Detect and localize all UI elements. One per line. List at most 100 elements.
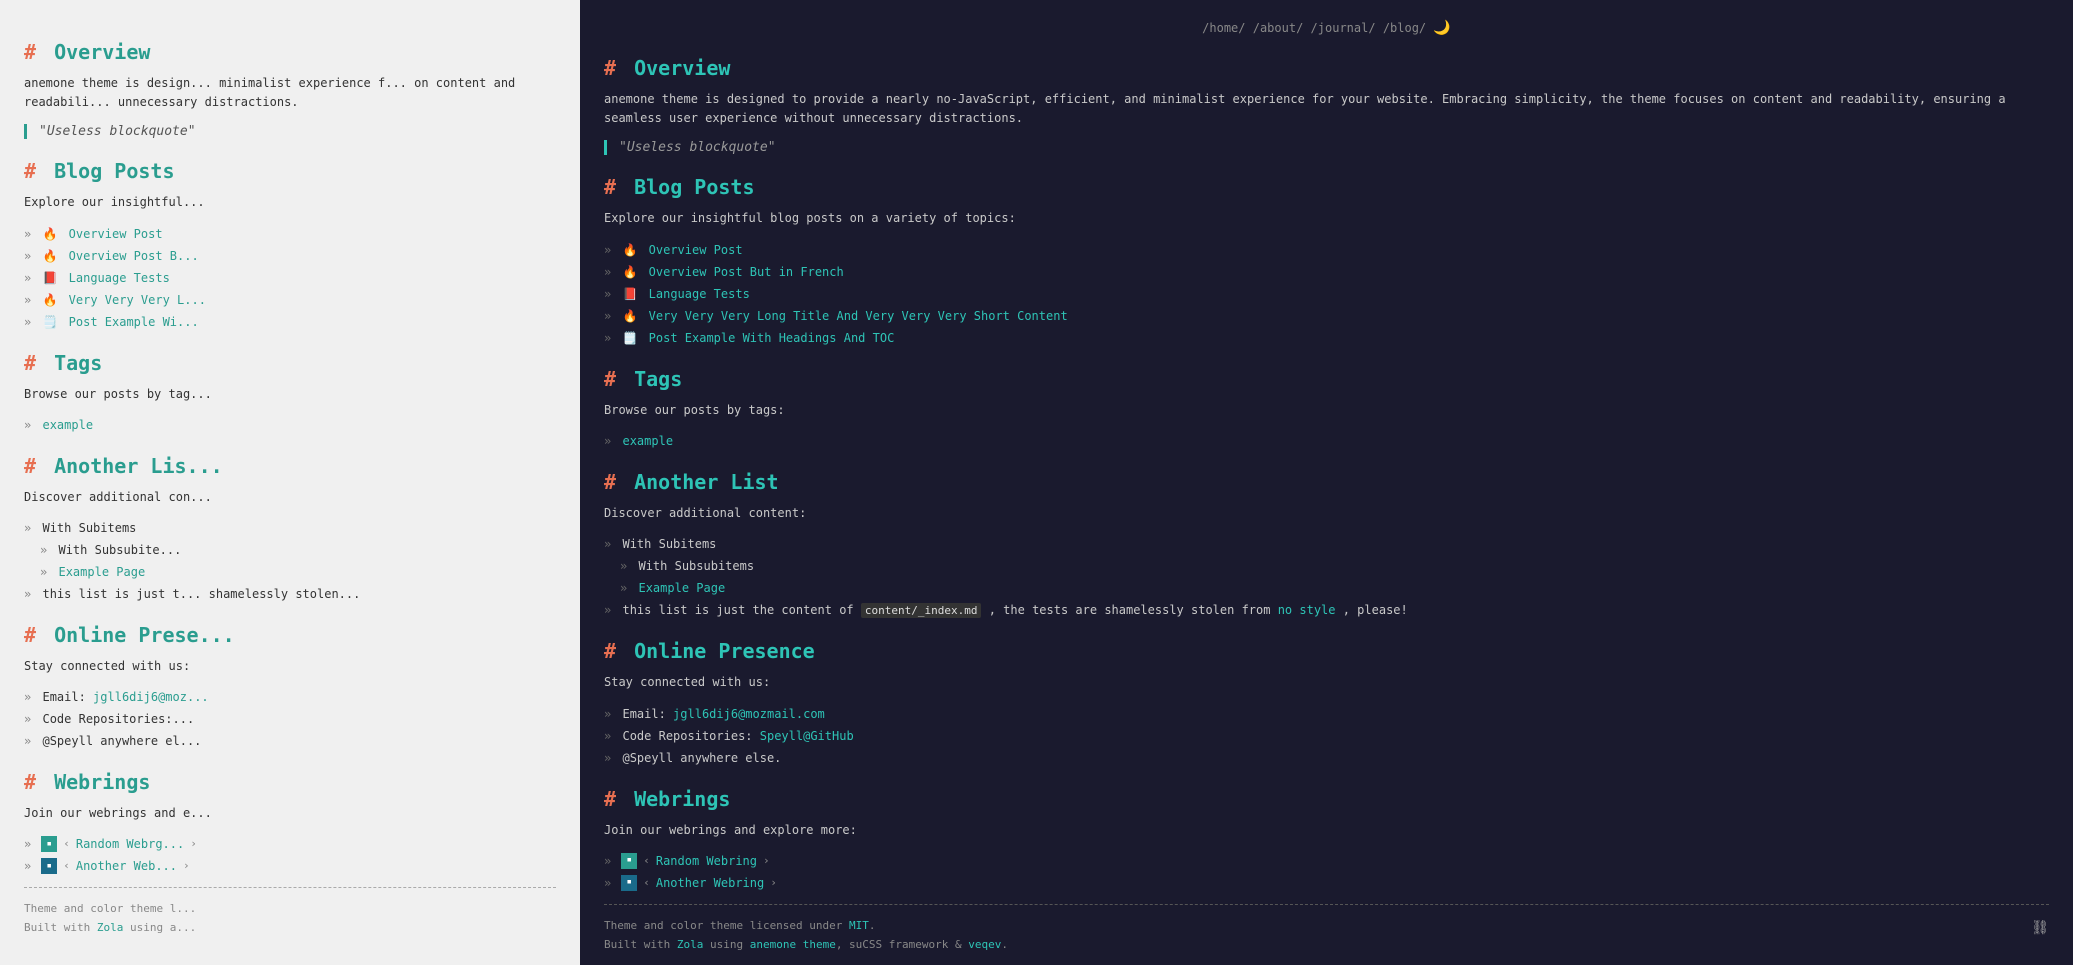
blog-post-link-1[interactable]: Overview Post (69, 227, 163, 241)
webrings-list-dark: » ▪ ‹ Random Webring › » ▪ ‹ Another Web… (604, 852, 2049, 892)
veqev-link[interactable]: veqev (968, 938, 1001, 951)
left-panel: # Overview anemone theme is design... mi… (0, 0, 580, 965)
list-item: » example (604, 432, 2049, 450)
blog-post-link-2[interactable]: Overview Post B... (69, 249, 199, 263)
example-page-dark-link[interactable]: Example Page (638, 581, 725, 595)
no-style-link[interactable]: no style (1278, 603, 1336, 617)
list-item: » Code Repositories: Speyll@GitHub (604, 727, 2049, 745)
another-list-items-dark: » With Subitems » With Subsubitems » Exa… (604, 535, 2049, 620)
nav-about[interactable]: /about/ (1253, 21, 1304, 35)
blog-post-link-5[interactable]: Post Example Wi... (69, 315, 199, 329)
tags-section: # Tags Browse our posts by tag... » exam… (24, 351, 556, 434)
list-item: » @Speyll anywhere else. (604, 749, 2049, 767)
github-link[interactable]: Speyll@GitHub (760, 729, 854, 743)
blog-posts-intro-dark: Explore our insightful blog posts on a v… (604, 209, 2049, 228)
another-list-heading: # Another Lis... (24, 454, 556, 478)
blog-post-link-3[interactable]: Language Tests (69, 271, 170, 285)
overview-section-dark: # Overview anemone theme is designed to … (604, 56, 2049, 155)
mit-link[interactable]: MIT (849, 919, 869, 932)
another-list-heading-dark: # Another List (604, 470, 2049, 494)
webring-link-1[interactable]: Random Webrg... (76, 835, 184, 853)
online-presence-list: » Email: jgll6dij6@moz... » Code Reposit… (24, 688, 556, 750)
list-item: » With Subitems (604, 535, 2049, 553)
blockquote-dark: "Useless blockquote" (604, 140, 2049, 155)
online-presence-heading-dark: # Online Presence (604, 639, 2049, 663)
list-item: » ▪ ‹ Random Webrg... › (24, 835, 556, 853)
blog-posts-list: » 🔥 Overview Post » 🔥 Overview Post B...… (24, 225, 556, 331)
theme-toggle-icon[interactable]: 🌙 (1433, 20, 1450, 36)
list-item: » 🔥 Overview Post (604, 241, 2049, 259)
blog-post-dark-link-3[interactable]: Language Tests (649, 287, 750, 301)
rss-icon[interactable]: ⛓ (2031, 917, 2049, 941)
example-page-link[interactable]: Example Page (58, 565, 145, 579)
blog-posts-section-dark: # Blog Posts Explore our insightful blog… (604, 175, 2049, 346)
webring-icon-2: ▪ (41, 858, 57, 874)
blog-posts-list-dark: » 🔥 Overview Post » 🔥 Overview Post But … (604, 241, 2049, 347)
top-nav: /home/ /about/ /journal/ /blog/ 🌙 (604, 20, 2049, 36)
nav-blog[interactable]: /blog/ (1383, 21, 1426, 35)
list-item: » With Subitems (24, 519, 556, 537)
list-item: » 🔥 Overview Post B... (24, 247, 556, 265)
email-link[interactable]: jgll6dij6@moz... (93, 690, 209, 704)
blog-post-dark-link-2[interactable]: Overview Post But in French (649, 265, 844, 279)
list-item: » 🔥 Overview Post But in French (604, 263, 2049, 281)
webring-icon-dark-2: ▪ (621, 875, 637, 891)
tags-section-dark: # Tags Browse our posts by tags: » examp… (604, 367, 2049, 450)
blog-posts-intro: Explore our insightful... (24, 193, 556, 212)
overview-body: anemone theme is design... minimalist ex… (24, 74, 556, 112)
overview-heading: # Overview (24, 40, 556, 64)
blog-post-dark-link-1[interactable]: Overview Post (649, 243, 743, 257)
webring-dark-link-2[interactable]: Another Webring (656, 874, 764, 892)
another-list-section-dark: # Another List Discover additional conte… (604, 470, 2049, 620)
webring-icon-1: ▪ (41, 836, 57, 852)
blog-posts-section: # Blog Posts Explore our insightful... »… (24, 159, 556, 330)
blog-post-link-4[interactable]: Very Very Very L... (69, 293, 206, 307)
list-item: » Code Repositories:... (24, 710, 556, 728)
blog-post-dark-link-4[interactable]: Very Very Very Long Title And Very Very … (649, 309, 1068, 323)
list-item: » this list is just t... shamelessly sto… (24, 585, 556, 603)
webrings-intro-dark: Join our webrings and explore more: (604, 821, 2049, 840)
zola-link[interactable]: Zola (97, 921, 124, 934)
nav-home[interactable]: /home/ (1202, 21, 1245, 35)
tag-dark-link-example[interactable]: example (622, 434, 673, 448)
list-item: » 🔥 Very Very Very Long Title And Very V… (604, 307, 2049, 325)
list-item: » ▪ ‹ Another Webring › (604, 874, 2049, 892)
zola-dark-link[interactable]: Zola (677, 938, 704, 951)
overview-hash: # (24, 40, 36, 64)
blog-posts-heading-dark: # Blog Posts (604, 175, 2049, 199)
webrings-section: # Webrings Join our webrings and e... » … (24, 770, 556, 875)
tags-list: » example (24, 416, 556, 434)
online-presence-intro-dark: Stay connected with us: (604, 673, 2049, 692)
tags-intro-dark: Browse our posts by tags: (604, 401, 2049, 420)
webrings-heading: # Webrings (24, 770, 556, 794)
online-presence-section-dark: # Online Presence Stay connected with us… (604, 639, 2049, 766)
list-item: » Email: jgll6dij6@mozmail.com (604, 705, 2049, 723)
list-item: » 📕 Language Tests (604, 285, 2049, 303)
webring-dark-link-1[interactable]: Random Webring (656, 852, 757, 870)
email-dark-link[interactable]: jgll6dij6@mozmail.com (673, 707, 825, 721)
blockquote: "Useless blockquote" (24, 124, 556, 139)
overview-heading-dark: # Overview (604, 56, 2049, 80)
list-item: » 🔥 Very Very Very L... (24, 291, 556, 309)
blog-post-dark-link-5[interactable]: Post Example With Headings And TOC (649, 331, 895, 345)
list-item: » 📕 Language Tests (24, 269, 556, 287)
online-presence-intro: Stay connected with us: (24, 657, 556, 676)
online-presence-heading: # Online Prese... (24, 623, 556, 647)
nav-journal[interactable]: /journal/ (1311, 21, 1376, 35)
right-panel: /home/ /about/ /journal/ /blog/ 🌙 # Over… (580, 0, 2073, 965)
list-item: » With Subsubitems (604, 557, 2049, 575)
footer-dark: ⛓ Theme and color theme licensed under M… (604, 917, 2049, 954)
webring-link-2[interactable]: Another Web... (76, 857, 177, 875)
tag-link-example[interactable]: example (42, 418, 93, 432)
footer: Theme and color theme l... Built with Zo… (24, 900, 556, 937)
online-presence-list-dark: » Email: jgll6dij6@mozmail.com » Code Re… (604, 705, 2049, 767)
footer-divider (24, 887, 556, 888)
list-item: » 🗒️ Post Example Wi... (24, 313, 556, 331)
list-item: » 🔥 Overview Post (24, 225, 556, 243)
webrings-intro: Join our webrings and e... (24, 804, 556, 823)
anemone-link[interactable]: anemone theme (750, 938, 836, 951)
list-item: » 🗒️ Post Example With Headings And TOC (604, 329, 2049, 347)
another-list-intro-dark: Discover additional content: (604, 504, 2049, 523)
overview-body-dark: anemone theme is designed to provide a n… (604, 90, 2049, 128)
online-presence-section: # Online Prese... Stay connected with us… (24, 623, 556, 750)
